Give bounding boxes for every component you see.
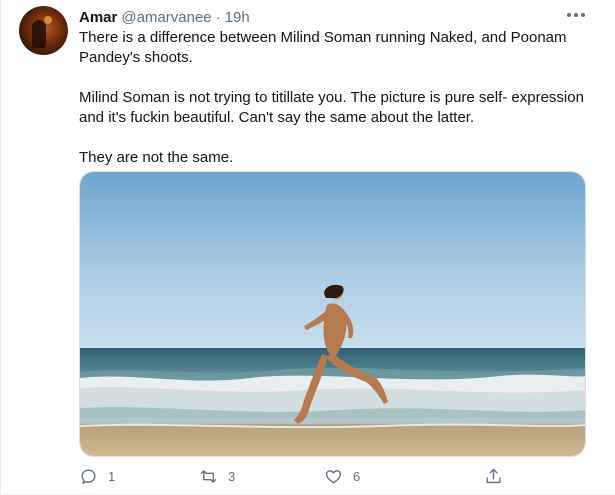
- beach-runner-photo: [80, 172, 585, 456]
- like-icon: [325, 469, 342, 484]
- tweet-timestamp[interactable]: 19h: [225, 9, 250, 26]
- tweet-media-photo[interactable]: [79, 171, 586, 457]
- tweet-paragraph: They are not the same.: [79, 149, 234, 166]
- like-button[interactable]: 6: [324, 467, 360, 486]
- more-dot: [567, 13, 571, 17]
- retweet-icon: [200, 469, 217, 483]
- tweet-paragraph: Milind Soman is not trying to titillate …: [79, 89, 584, 126]
- tweet-paragraph: There is a difference between Milind Som…: [79, 29, 567, 66]
- tweet-actions: 1 3 6: [79, 462, 509, 490]
- share-icon: [486, 468, 501, 483]
- retweet-count: 3: [228, 468, 236, 484]
- author-handle[interactable]: @amarvanee: [121, 9, 211, 26]
- like-count: 6: [353, 468, 361, 484]
- avatar-highlight: [44, 16, 52, 24]
- tweet-text: There is a difference between Milind Som…: [79, 28, 589, 188]
- share-button[interactable]: [484, 467, 513, 486]
- more-dot: [581, 13, 585, 17]
- reply-button[interactable]: 1: [79, 467, 115, 486]
- tweet-header: Amar @amarvanee · 19h: [79, 6, 250, 28]
- more-options-icon[interactable]: [567, 8, 585, 22]
- reply-count: 1: [108, 468, 116, 484]
- avatar-figure: [32, 20, 46, 48]
- more-dot: [574, 13, 578, 17]
- retweet-button[interactable]: 3: [199, 467, 235, 486]
- avatar[interactable]: [19, 6, 68, 55]
- header-separator: ·: [215, 8, 221, 26]
- tweet[interactable]: Amar @amarvanee · 19h There is a differe…: [0, 0, 615, 495]
- reply-icon: [81, 468, 96, 484]
- author-name[interactable]: Amar: [79, 9, 117, 26]
